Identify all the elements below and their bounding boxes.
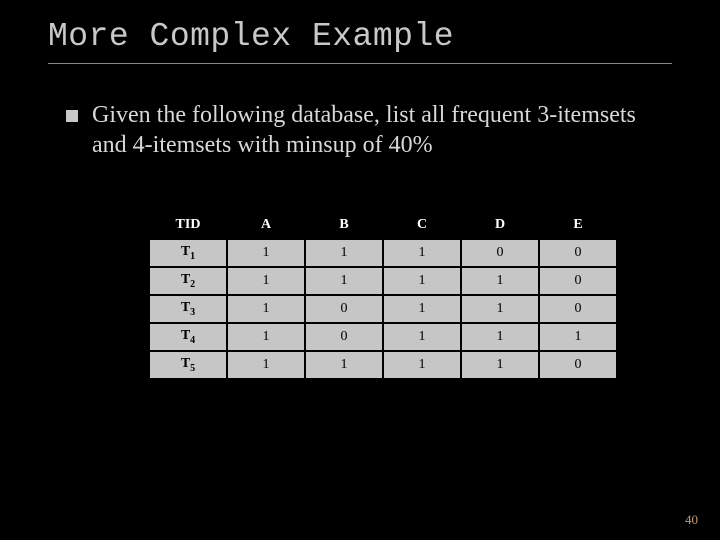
data-cell: 1 [383,295,461,323]
bullet-item: Given the following database, list all f… [66,100,672,160]
table-header-row: TID A B C D E [149,211,617,239]
tid-cell: T3 [149,295,227,323]
data-cell: 1 [305,239,383,267]
data-cell: 1 [383,351,461,379]
data-cell: 1 [383,239,461,267]
data-cell: 0 [305,323,383,351]
col-header: A [227,211,305,239]
data-cell: 1 [227,295,305,323]
col-header: E [539,211,617,239]
data-cell: 1 [305,351,383,379]
data-cell: 1 [383,323,461,351]
data-cell: 1 [227,351,305,379]
page-number: 40 [685,512,698,528]
tid-cell: T1 [149,239,227,267]
data-cell: 0 [461,239,539,267]
col-header: B [305,211,383,239]
tid-cell: T5 [149,351,227,379]
table-row: T310110 [149,295,617,323]
data-table: TID A B C D E T111100T211110T310110T4101… [148,210,618,380]
data-cell: 0 [539,295,617,323]
data-cell: 0 [305,295,383,323]
col-header: D [461,211,539,239]
tid-cell: T4 [149,323,227,351]
data-cell: 1 [461,295,539,323]
slide: More Complex Example Given the following… [0,0,720,540]
bullet-text: Given the following database, list all f… [92,100,672,160]
data-cell: 0 [539,239,617,267]
data-cell: 1 [383,267,461,295]
table-row: T111100 [149,239,617,267]
table-row: T211110 [149,267,617,295]
table-row: T410111 [149,323,617,351]
col-header: C [383,211,461,239]
tid-cell: T2 [149,267,227,295]
bullet-marker-icon [66,110,78,122]
table-body: T111100T211110T310110T410111T511110 [149,239,617,379]
data-cell: 1 [305,267,383,295]
slide-title: More Complex Example [48,18,672,64]
data-cell: 1 [227,267,305,295]
table-row: T511110 [149,351,617,379]
data-cell: 1 [461,267,539,295]
data-table-wrap: TID A B C D E T111100T211110T310110T4101… [148,210,672,380]
data-cell: 1 [227,323,305,351]
data-cell: 1 [461,351,539,379]
data-cell: 0 [539,351,617,379]
data-cell: 0 [539,267,617,295]
col-header: TID [149,211,227,239]
data-cell: 1 [227,239,305,267]
data-cell: 1 [461,323,539,351]
data-cell: 1 [539,323,617,351]
